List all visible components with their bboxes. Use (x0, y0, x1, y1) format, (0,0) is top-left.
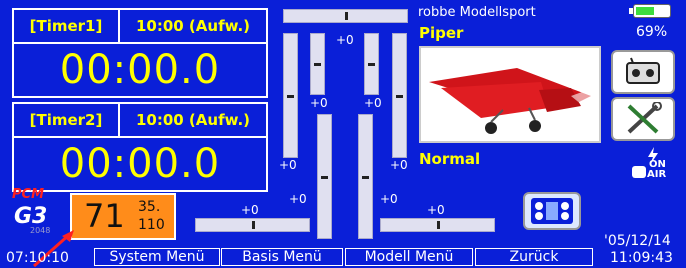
receiver-status-box[interactable]: 71 35. 110 (70, 193, 176, 240)
model-name: Piper (419, 24, 464, 42)
trim-inner-right-vertical[interactable] (364, 33, 379, 95)
on-air-line2: AIR (647, 169, 667, 180)
trim-value-center-right: +0 (380, 192, 398, 206)
trim-center-right-vertical[interactable] (358, 114, 373, 239)
system-menu-button[interactable]: System Menü (94, 248, 220, 266)
servo-monitor-button[interactable] (523, 192, 581, 230)
trim-bottom-right-tick (437, 221, 440, 229)
trim-value-inner-right: +0 (364, 96, 382, 110)
trim-right-tick (396, 95, 403, 98)
model-brand: robbe Modellsport (418, 5, 536, 20)
timer1-mode[interactable]: 10:00 (Aufw.) (118, 8, 268, 44)
rx-number: 71 (84, 197, 125, 235)
model-image[interactable] (419, 46, 601, 143)
servo-monitor-icon (531, 198, 573, 224)
trim-value-bottom-left: +0 (241, 203, 259, 217)
trim-value-right: +0 (390, 158, 408, 172)
model-menu-button[interactable]: Modell Menü (345, 248, 473, 266)
trim-top-horizontal[interactable] (283, 9, 408, 23)
on-air-transmitter-icon (632, 166, 646, 178)
footer-time-left: 07:10:10 (6, 250, 69, 266)
flight-mode: Normal (419, 150, 481, 168)
timer2-display[interactable]: 00:00.0 (12, 136, 268, 192)
channel-top: 35. (138, 199, 161, 215)
tools-button[interactable] (611, 97, 675, 141)
trim-right-vertical[interactable] (392, 33, 407, 158)
trim-left-vertical[interactable] (283, 33, 298, 158)
basis-menu-button[interactable]: Basis Menü (221, 248, 343, 266)
trim-bottom-left-tick (252, 221, 255, 229)
back-button[interactable]: Zurück (475, 248, 593, 266)
timer2-label[interactable]: [Timer2] (12, 102, 120, 138)
trim-value-bottom-right: +0 (427, 203, 445, 217)
tools-icon (627, 102, 662, 134)
trim-center-right-tick (362, 176, 369, 179)
on-air-icon: ON AIR (631, 147, 673, 185)
battery-percent: 69% (636, 24, 668, 40)
battery-fill (636, 7, 654, 15)
pcm-label: PCM (12, 187, 45, 202)
timer2-mode[interactable]: 10:00 (Aufw.) (118, 102, 268, 138)
airplane-icon (429, 68, 593, 134)
trim-bottom-right-horizontal[interactable] (380, 218, 495, 232)
transmitter-button[interactable] (611, 50, 675, 94)
trim-center-left-vertical[interactable] (317, 114, 332, 239)
trim-center-left-tick (321, 176, 328, 179)
timer1-display[interactable]: 00:00.0 (12, 42, 268, 98)
trim-inner-left-vertical[interactable] (310, 33, 325, 95)
transmitter-icon (626, 57, 660, 84)
trim-value-left: +0 (279, 158, 297, 172)
timer1-label[interactable]: [Timer1] (12, 8, 120, 44)
trim-inner-left-tick (314, 63, 321, 66)
trim-value-top: +0 (336, 33, 354, 47)
trim-value-center-left: +0 (289, 192, 307, 206)
trim-bottom-left-horizontal[interactable] (195, 218, 310, 232)
footer-time: 11:09:43 (610, 250, 673, 266)
trim-inner-right-tick (368, 63, 375, 66)
trim-value-inner-left: +0 (310, 96, 328, 110)
battery-cap (629, 8, 633, 14)
footer-date: '05/12/14 (604, 233, 671, 249)
trim-left-tick (287, 95, 294, 98)
channel-bottom: 110 (138, 217, 165, 233)
battery-icon (629, 4, 671, 18)
trim-top-tick (345, 12, 348, 20)
